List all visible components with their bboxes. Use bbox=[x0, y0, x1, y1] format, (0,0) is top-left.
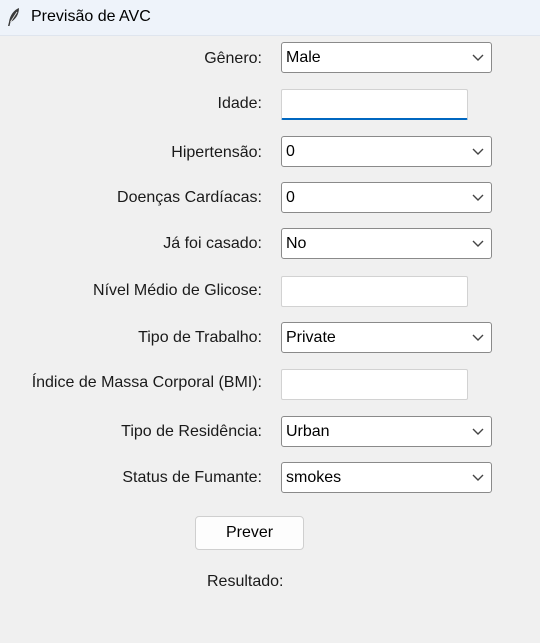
glicose-label: Nível Médio de Glicose: bbox=[93, 282, 262, 299]
idade-input[interactable] bbox=[281, 89, 468, 120]
prever-button[interactable]: Prever bbox=[195, 516, 304, 550]
bmi-input[interactable] bbox=[281, 369, 468, 400]
chevron-down-icon bbox=[472, 148, 484, 155]
chevron-down-icon bbox=[472, 334, 484, 341]
chevron-down-icon bbox=[472, 474, 484, 481]
ja-foi-casado-value: No bbox=[286, 235, 307, 252]
title-bar: Previsão de AVC bbox=[0, 0, 540, 36]
status-fumante-select[interactable]: smokes bbox=[281, 462, 492, 493]
ja-foi-casado-select[interactable]: No bbox=[281, 228, 492, 259]
doencas-cardiacas-label: Doenças Cardíacas: bbox=[117, 189, 262, 206]
chevron-down-icon bbox=[472, 194, 484, 201]
hipertensao-select[interactable]: 0 bbox=[281, 136, 492, 167]
hipertensao-value: 0 bbox=[286, 143, 295, 160]
chevron-down-icon bbox=[472, 240, 484, 247]
form-panel: Gênero: Male Idade: Hipertensão: 0 Doenç… bbox=[0, 36, 540, 643]
chevron-down-icon bbox=[472, 428, 484, 435]
tipo-residencia-select[interactable]: Urban bbox=[281, 416, 492, 447]
genero-value: Male bbox=[286, 49, 321, 66]
genero-select[interactable]: Male bbox=[281, 42, 492, 73]
idade-label: Idade: bbox=[217, 95, 262, 112]
feather-icon bbox=[8, 8, 19, 26]
doencas-cardiacas-select[interactable]: 0 bbox=[281, 182, 492, 213]
tipo-residencia-label: Tipo de Residência: bbox=[121, 423, 262, 440]
result-label: Resultado: bbox=[207, 573, 284, 590]
tipo-trabalho-value: Private bbox=[286, 329, 336, 346]
chevron-down-icon bbox=[472, 54, 484, 61]
tipo-trabalho-select[interactable]: Private bbox=[281, 322, 492, 353]
status-fumante-value: smokes bbox=[286, 469, 342, 486]
tipo-residencia-value: Urban bbox=[286, 423, 330, 440]
tipo-trabalho-label: Tipo de Trabalho: bbox=[138, 329, 262, 346]
glicose-input[interactable] bbox=[281, 276, 468, 307]
doencas-cardiacas-value: 0 bbox=[286, 189, 295, 206]
status-fumante-label: Status de Fumante: bbox=[122, 469, 262, 486]
window-title: Previsão de AVC bbox=[31, 8, 151, 25]
bmi-label: Índice de Massa Corporal (BMI): bbox=[31, 374, 262, 391]
hipertensao-label: Hipertensão: bbox=[171, 144, 262, 161]
genero-label: Gênero: bbox=[204, 50, 262, 67]
ja-foi-casado-label: Já foi casado: bbox=[163, 235, 262, 252]
